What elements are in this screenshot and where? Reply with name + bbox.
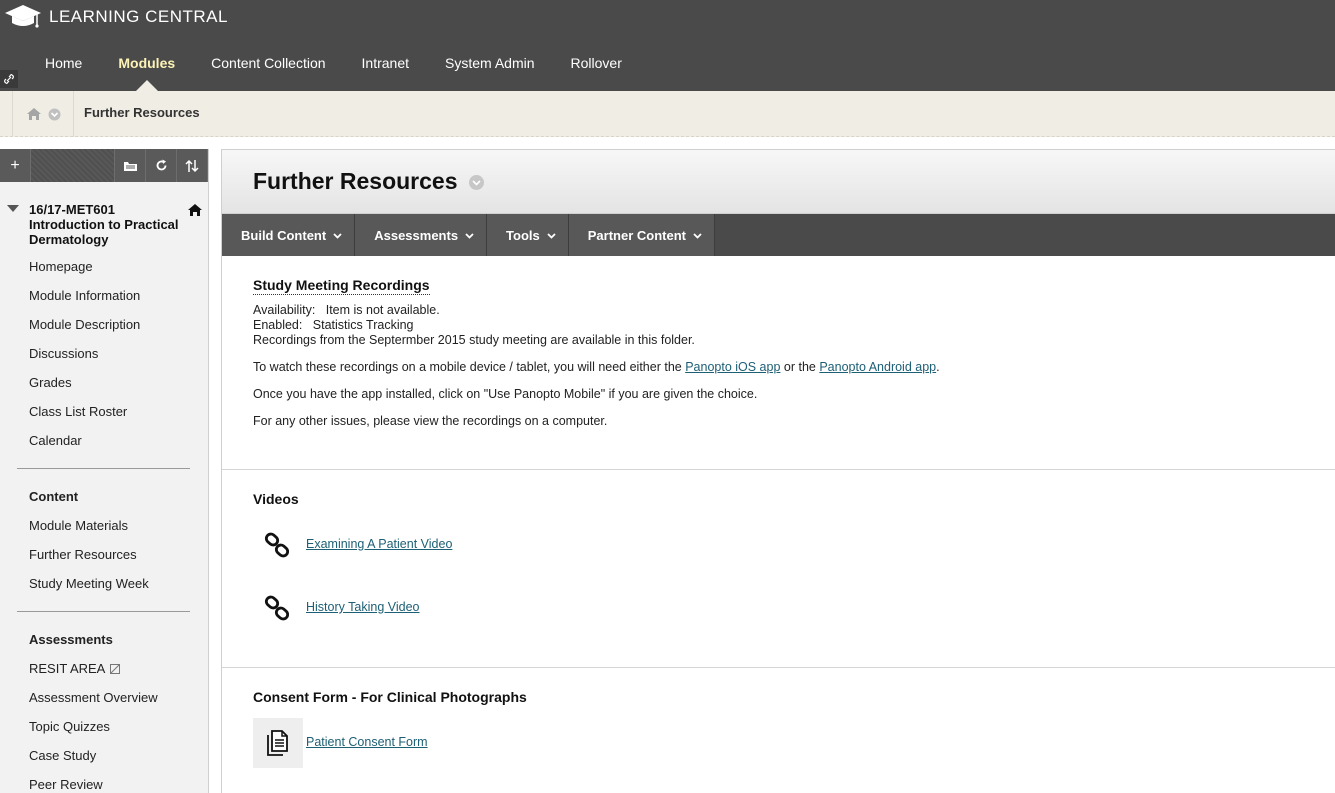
assessments-button[interactable]: Assessments <box>355 214 488 256</box>
link-icon <box>264 595 290 621</box>
assessments-label: Assessments <box>374 227 459 243</box>
action-bar: Build Content Assessments Tools Partner … <box>222 214 1335 256</box>
menu-item-module-information[interactable]: Module Information <box>29 288 140 317</box>
other-issues-note: For any other issues, please view the re… <box>253 414 608 428</box>
course-title[interactable]: 16/17-MET601 Introduction to Practical D… <box>29 202 189 247</box>
page-header: Further Resources <box>222 150 1335 214</box>
course-home-icon <box>188 204 202 216</box>
menu-item-homepage[interactable]: Homepage <box>29 259 140 288</box>
partner-content-button[interactable]: Partner Content <box>568 214 715 256</box>
breadcrumb-current: Further Resources <box>84 105 200 120</box>
top-banner: LEARNING CENTRAL Home Modules Content Co… <box>0 0 1335 91</box>
build-content-label: Build Content <box>241 227 327 243</box>
nav-intranet[interactable]: Intranet <box>344 52 427 74</box>
folder-view-button[interactable] <box>115 149 146 182</box>
tools-button[interactable]: Tools <box>487 214 569 256</box>
content-item-consent-form: Consent Form - For Clinical Photographs <box>222 689 1335 705</box>
item-enabled: Enabled: Statistics Tracking <box>253 318 414 332</box>
menu-heading-content: Content <box>29 489 79 504</box>
collapse-caret-icon[interactable] <box>7 205 19 212</box>
menu-item-class-list-roster[interactable]: Class List Roster <box>29 404 140 433</box>
logo[interactable]: LEARNING CENTRAL <box>4 3 228 33</box>
examining-patient-video-link[interactable]: Examining A Patient Video <box>306 537 452 551</box>
home-icon[interactable] <box>26 107 42 121</box>
refresh-button[interactable] <box>146 149 177 182</box>
reorder-button[interactable] <box>177 149 208 182</box>
folder-icon <box>123 161 137 171</box>
course-menu-group-3: Assessments RESIT AREA Assessment Overvi… <box>29 632 158 793</box>
menu-item-assessment-overview[interactable]: Assessment Overview <box>29 690 158 719</box>
menu-item-module-materials[interactable]: Module Materials <box>29 518 149 547</box>
sort-arrows-icon <box>185 159 199 172</box>
menu-item-grades[interactable]: Grades <box>29 375 140 404</box>
nav-system-admin[interactable]: System Admin <box>427 52 552 74</box>
panopto-ios-link[interactable]: Panopto iOS app <box>685 360 780 374</box>
history-taking-video-link[interactable]: History Taking Video <box>306 600 420 614</box>
chevron-down-icon <box>547 232 556 239</box>
menu-item-module-description[interactable]: Module Description <box>29 317 140 346</box>
menu-item-label: RESIT AREA <box>29 661 105 676</box>
menu-item-topic-quizzes[interactable]: Topic Quizzes <box>29 719 158 748</box>
item-divider <box>222 667 1335 668</box>
menu-item-case-study[interactable]: Case Study <box>29 748 158 777</box>
menu-heading-assessments: Assessments <box>29 632 113 647</box>
panopto-android-link[interactable]: Panopto Android app <box>819 360 936 374</box>
course-menu-toolbar: + <box>0 149 208 182</box>
menu-item-calendar[interactable]: Calendar <box>29 433 140 462</box>
link-tool-icon[interactable] <box>0 70 18 88</box>
item-title: Consent Form - For Clinical Photographs <box>253 689 527 705</box>
item-title: Videos <box>253 491 299 507</box>
chevron-down-icon <box>465 232 474 239</box>
document-icon <box>253 718 303 768</box>
menu-item-resit-area[interactable]: RESIT AREA <box>29 661 158 690</box>
graduation-cap-icon <box>5 5 41 28</box>
course-menu-panel: + 16/17-MET601 Introduction to Practical… <box>0 149 209 793</box>
chevron-down-icon <box>693 232 702 239</box>
main-nav: Home Modules Content Collection Intranet… <box>27 52 640 91</box>
content-item-videos: Videos <box>222 491 1335 507</box>
nav-modules[interactable]: Modules <box>100 52 193 91</box>
content-area: Further Resources Build Content Assessme… <box>221 149 1335 793</box>
item-title[interactable]: Study Meeting Recordings <box>253 277 430 295</box>
page-title: Further Resources <box>253 168 458 194</box>
menu-item-discussions[interactable]: Discussions <box>29 346 140 375</box>
item-availability: Availability: Item is not available. <box>253 303 440 317</box>
breadcrumb-home[interactable] <box>12 91 74 137</box>
nav-content-collection[interactable]: Content Collection <box>193 52 343 74</box>
menu-divider <box>17 611 190 612</box>
course-menu-group-1: Homepage Module Information Module Descr… <box>29 259 140 462</box>
menu-item-peer-review[interactable]: Peer Review <box>29 777 158 793</box>
app-note: Once you have the app installed, click o… <box>253 387 758 401</box>
mobile-instructions: To watch these recordings on a mobile de… <box>253 360 940 374</box>
item-divider <box>222 469 1335 470</box>
menu-item-study-meeting-week[interactable]: Study Meeting Week <box>29 576 149 605</box>
partner-content-label: Partner Content <box>587 227 686 243</box>
refresh-icon <box>156 159 166 171</box>
menu-item-further-resources[interactable]: Further Resources <box>29 547 149 576</box>
page-options-chevron-icon[interactable] <box>469 175 484 190</box>
chevron-down-icon <box>333 232 342 239</box>
toolbar-spacer <box>31 149 115 182</box>
app-title: LEARNING CENTRAL <box>49 6 228 26</box>
item-description: Recordings from the Septermber 2015 stud… <box>253 333 695 347</box>
chevron-down-icon[interactable] <box>48 108 61 121</box>
build-content-button[interactable]: Build Content <box>222 214 356 256</box>
nav-rollover[interactable]: Rollover <box>553 52 640 74</box>
add-menu-item-button[interactable]: + <box>0 149 31 182</box>
course-menu-group-2: Content Module Materials Further Resourc… <box>29 489 149 605</box>
menu-divider <box>17 468 190 469</box>
nav-home[interactable]: Home <box>27 52 100 74</box>
link-icon <box>264 532 290 558</box>
hidden-from-students-icon <box>110 664 121 674</box>
action-bar-spacer <box>714 214 1335 256</box>
breadcrumb: Further Resources <box>0 91 1335 137</box>
tools-label: Tools <box>506 227 540 243</box>
content-item-study-recordings: Study Meeting Recordings Availability: I… <box>222 277 1335 428</box>
patient-consent-form-link[interactable]: Patient Consent Form <box>306 735 428 749</box>
